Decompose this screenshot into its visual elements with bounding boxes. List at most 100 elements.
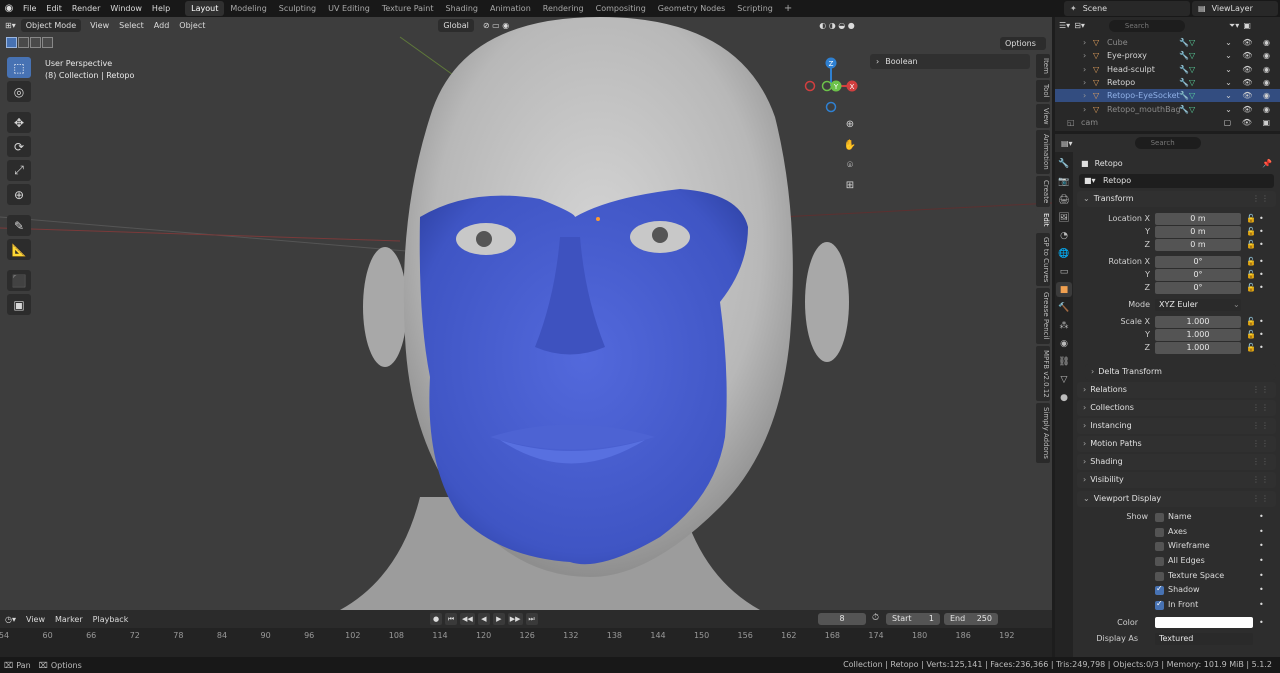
select-subtract-icon[interactable] [30, 37, 41, 48]
tool-tab-icon[interactable]: 🔧 [1056, 156, 1072, 171]
timeline-menu-marker[interactable]: Marker [50, 613, 88, 626]
pan-hand-icon[interactable]: ✋ [840, 137, 860, 154]
outliner-editor-icon[interactable]: ☰▾ [1059, 21, 1070, 30]
expand-arrow-icon[interactable]: › [1083, 78, 1093, 87]
lock-icon[interactable]: 🔓 [1246, 256, 1256, 268]
properties-search-input[interactable]: Search [1134, 137, 1201, 149]
location-z-field[interactable]: 0 m [1155, 239, 1241, 251]
timeline-ruler[interactable]: 54 60 66 72 78 84 90 96 102 108 114 120 126 132 138 144… [0, 628, 1052, 657]
measure-icon[interactable]: 📐 [7, 239, 31, 260]
keyframe-dot-icon[interactable]: • [1259, 540, 1264, 552]
keyframe-dot-icon[interactable]: • [1259, 526, 1264, 538]
viewport-menu-object[interactable]: Object [174, 19, 210, 32]
mode-selector[interactable]: Object Mode [20, 19, 82, 32]
start-frame-field[interactable]: Start 1 [886, 613, 940, 625]
tab-compositing[interactable]: Compositing [590, 1, 652, 16]
new-collection-icon[interactable]: ▣ [1243, 21, 1251, 30]
current-frame-field[interactable]: 8 [818, 613, 866, 625]
tab-item[interactable]: Item [1036, 54, 1050, 78]
add-workspace-button[interactable]: + [779, 3, 797, 14]
add-cube-icon[interactable]: ⬛ [7, 270, 31, 291]
panel-instancing-header[interactable]: › Instancing ⋮⋮ [1077, 418, 1276, 434]
transform-icon[interactable]: ⊕ [7, 184, 31, 205]
particles-tab-icon[interactable]: ⁂ [1056, 318, 1072, 333]
expand-arrow-icon[interactable]: › [1083, 91, 1093, 100]
tab-animation-side[interactable]: Animation [1036, 130, 1050, 174]
panel-visibility-header[interactable]: › Visibility ⋮⋮ [1077, 472, 1276, 488]
lock-icon[interactable]: 🔓 [1246, 239, 1256, 251]
tab-mpfb[interactable]: MPFB v2.0.12 [1036, 345, 1050, 402]
panel-collections-header[interactable]: › Collections ⋮⋮ [1077, 400, 1276, 416]
location-y-field[interactable]: 0 m [1155, 226, 1241, 238]
move-icon[interactable]: ✥ [7, 112, 31, 133]
expand-arrow-icon[interactable]: › [1083, 65, 1093, 74]
rotation-x-field[interactable]: 0° [1155, 256, 1241, 268]
ortho-grid-icon[interactable]: ⊞ [840, 177, 860, 194]
visibility-toggle-icons[interactable]: ⌄ 👁 ◉ [1225, 51, 1274, 60]
checkbox[interactable] [1155, 527, 1164, 537]
play-icon[interactable]: ▶ [492, 613, 505, 625]
next-key-icon[interactable]: ▶▶ [507, 613, 523, 625]
outliner-row[interactable]: › ▽ Head-sculpt 🔧▽ ⌄ 👁 ◉ [1055, 63, 1280, 76]
physics-tab-icon[interactable]: ◉ [1056, 336, 1072, 351]
timeline-editor-type-icon[interactable]: ◷▾ [0, 613, 21, 626]
tab-sculpting[interactable]: Sculpting [273, 1, 322, 16]
visibility-toggle-icons[interactable]: ⌄ 👁 ◉ [1225, 105, 1274, 114]
menu-file[interactable]: File [18, 0, 41, 17]
viewport-display-header[interactable]: ⌄ Viewport Display ⋮⋮ [1077, 491, 1276, 507]
annotate-icon[interactable]: ✎ [7, 215, 31, 236]
lock-icon[interactable]: 🔓 [1246, 329, 1256, 341]
outliner-row[interactable]: › ▽ Retopo 🔧▽ ⌄ 👁 ◉ [1055, 76, 1280, 89]
visibility-toggle-icons[interactable]: ⌄ 👁 ◉ [1225, 65, 1274, 74]
outliner-row[interactable]: › ▽ Retopo-EyeSocket 🔧▽ ⌄ 👁 ◉ [1055, 89, 1280, 103]
keyframe-dot-icon[interactable]: • [1259, 599, 1264, 611]
scene-tab-icon[interactable]: ◔ [1056, 228, 1072, 243]
output-tab-icon[interactable]: 🖨 [1056, 192, 1072, 207]
keyframe-dot-icon[interactable]: • [1259, 584, 1264, 596]
tab-rendering[interactable]: Rendering [537, 1, 590, 16]
end-frame-field[interactable]: End 250 [944, 613, 998, 625]
keyframe-dot-icon[interactable]: • [1259, 282, 1264, 294]
scene-selector[interactable]: ✦ Scene [1064, 1, 1190, 16]
drag-grip-icon[interactable]: ⋮⋮ [1252, 491, 1270, 507]
transform-orientation-selector[interactable]: Global [438, 19, 474, 32]
view-layer-selector[interactable]: ▤ ViewLayer [1192, 1, 1278, 16]
scale-x-field[interactable]: 1.000 [1155, 316, 1241, 328]
boolean-panel[interactable]: › Boolean [870, 54, 1030, 69]
snap-icon[interactable]: ⊘ ▭ ◉ [478, 19, 514, 32]
keyframe-dot-icon[interactable]: • [1259, 342, 1264, 354]
tab-shading[interactable]: Shading [439, 1, 484, 16]
tab-grease-pencil[interactable]: Grease Pencil [1036, 288, 1050, 344]
lock-icon[interactable]: 🔓 [1246, 282, 1256, 294]
drag-grip-icon[interactable]: ⋮⋮ [1252, 191, 1270, 207]
expand-arrow-icon[interactable]: › [1083, 38, 1093, 47]
tab-create[interactable]: Create [1036, 175, 1050, 208]
lock-icon[interactable]: 🔓 [1246, 226, 1256, 238]
panel-relations-header[interactable]: › Relations ⋮⋮ [1077, 382, 1276, 398]
tab-view[interactable]: View [1036, 103, 1050, 129]
select-invert-icon[interactable] [42, 37, 53, 48]
tab-texture-paint[interactable]: Texture Paint [376, 1, 440, 16]
rotation-z-field[interactable]: 0° [1155, 282, 1241, 294]
tab-animation[interactable]: Animation [484, 1, 537, 16]
select-extend-icon[interactable] [18, 37, 29, 48]
tab-edit[interactable]: Edit [1036, 209, 1050, 231]
checkbox[interactable] [1155, 599, 1164, 611]
add-object-icon[interactable]: ▣ [7, 294, 31, 315]
keyframe-dot-icon[interactable]: • [1259, 329, 1264, 341]
rotation-y-field[interactable]: 0° [1155, 269, 1241, 281]
lock-icon[interactable]: 🔓 [1246, 316, 1256, 328]
options-button[interactable]: Options [1000, 37, 1046, 50]
tab-scripting[interactable]: Scripting [731, 1, 779, 16]
tab-layout[interactable]: Layout [185, 1, 225, 16]
drag-grip-icon[interactable]: ⋮⋮ [1252, 382, 1270, 398]
menu-window[interactable]: Window [105, 0, 147, 17]
render-tab-icon[interactable]: 📷 [1056, 174, 1072, 189]
panel-shading-header[interactable]: › Shading ⋮⋮ [1077, 454, 1276, 470]
keyframe-dot-icon[interactable]: • [1259, 570, 1264, 582]
keyframe-dot-icon[interactable]: • [1259, 511, 1264, 523]
visibility-toggle-icons[interactable]: ⌄ 👁 ◉ [1225, 91, 1274, 100]
rotate-icon[interactable]: ⟳ [7, 136, 31, 157]
timeline-menu-view[interactable]: View [21, 613, 50, 626]
scale-z-field[interactable]: 1.000 [1155, 342, 1241, 354]
